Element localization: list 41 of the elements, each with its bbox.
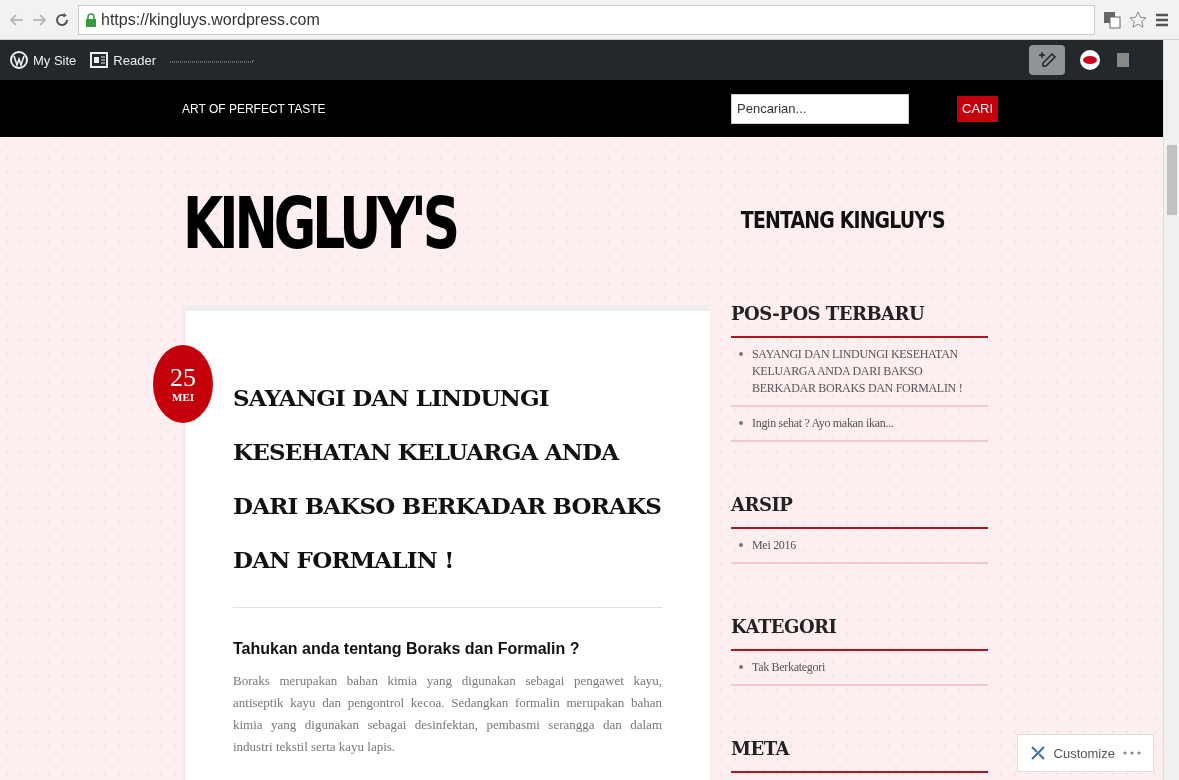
about-heading: TENTANG KINGLUY'S: [739, 207, 945, 235]
address-bar[interactable]: https://kingluys.wordpress.com: [78, 4, 1095, 35]
widget-link[interactable]: Mei 2016: [731, 529, 988, 564]
reload-icon: [54, 11, 70, 28]
post-paragraph: Boraks merupakan bahan kimia yang digunakan sebagai pengawet kayu, antiseptik kayu dan pengontrol kecoa. Sedangkan formalin merupakan bahan kimia yang digunakan sebagai desinfektan, pembasmi serangga dan dalam industri tekstil serta kayu lapis.: [233, 672, 662, 756]
lock-icon: [85, 12, 97, 27]
scrollbar[interactable]: [1163, 40, 1179, 780]
search-field[interactable]: Pencarian...: [731, 93, 909, 124]
post-title: SAYANGI DAN LINDUNGI KESEHATAN KELUARGA ANDA DARI BAKSO BERKADAR BORAKS DAN FORMALIN !: [233, 383, 662, 575]
more-icon: [1123, 751, 1141, 755]
menu-icon: [1155, 12, 1169, 27]
avatar-icon[interactable]: [1079, 49, 1101, 71]
widget-link[interactable]: Tak Berkategori: [731, 651, 988, 686]
widget-title: ARSIP: [731, 494, 988, 529]
url-text: https://kingluys.wordpress.com: [101, 10, 320, 29]
bullet-icon: [739, 665, 743, 669]
wordpress-icon: [10, 51, 28, 69]
date-month: MEI: [172, 391, 194, 403]
search-button[interactable]: CARI: [957, 95, 999, 122]
admin-bar-link[interactable]: My Site: [10, 51, 77, 69]
bullet-icon: [739, 352, 743, 356]
widget-link[interactable]: SAYANGI DAN LINDUNGI KESEHATAN KELUARGA ANDA DARI BAKSO BERKADAR BORAKS DAN FORMALIN !: [731, 338, 988, 407]
star-icon: [1129, 10, 1147, 29]
site-title: KINGLUY'S: [183, 183, 457, 263]
admin-bar-link[interactable]: Reader: [90, 51, 156, 69]
forward-arrow-icon: [32, 13, 46, 26]
reader-icon: [90, 51, 109, 69]
post-subheading: Tahukan anda tentang Boraks dan Formalin ?: [233, 640, 581, 658]
notifications-icon[interactable]: [1115, 51, 1131, 69]
widget-title: META: [731, 738, 988, 773]
bullet-icon: [739, 543, 743, 547]
widget-link[interactable]: Ingin sehat ? Ayo makan ikan...: [731, 407, 988, 442]
back-arrow-icon: [10, 13, 24, 26]
bullet-icon: [739, 421, 743, 425]
widget-title: KATEGORI: [731, 616, 988, 651]
site-tagline: ART OF PERFECT TASTE: [182, 101, 327, 116]
pencil-plus-icon: [1037, 50, 1057, 70]
date-day: 25: [170, 365, 196, 391]
customize-button[interactable]: Customize: [1016, 734, 1154, 772]
widget-title: POS-POS TERBARU: [731, 303, 988, 338]
write-post-button[interactable]: [1029, 45, 1065, 75]
